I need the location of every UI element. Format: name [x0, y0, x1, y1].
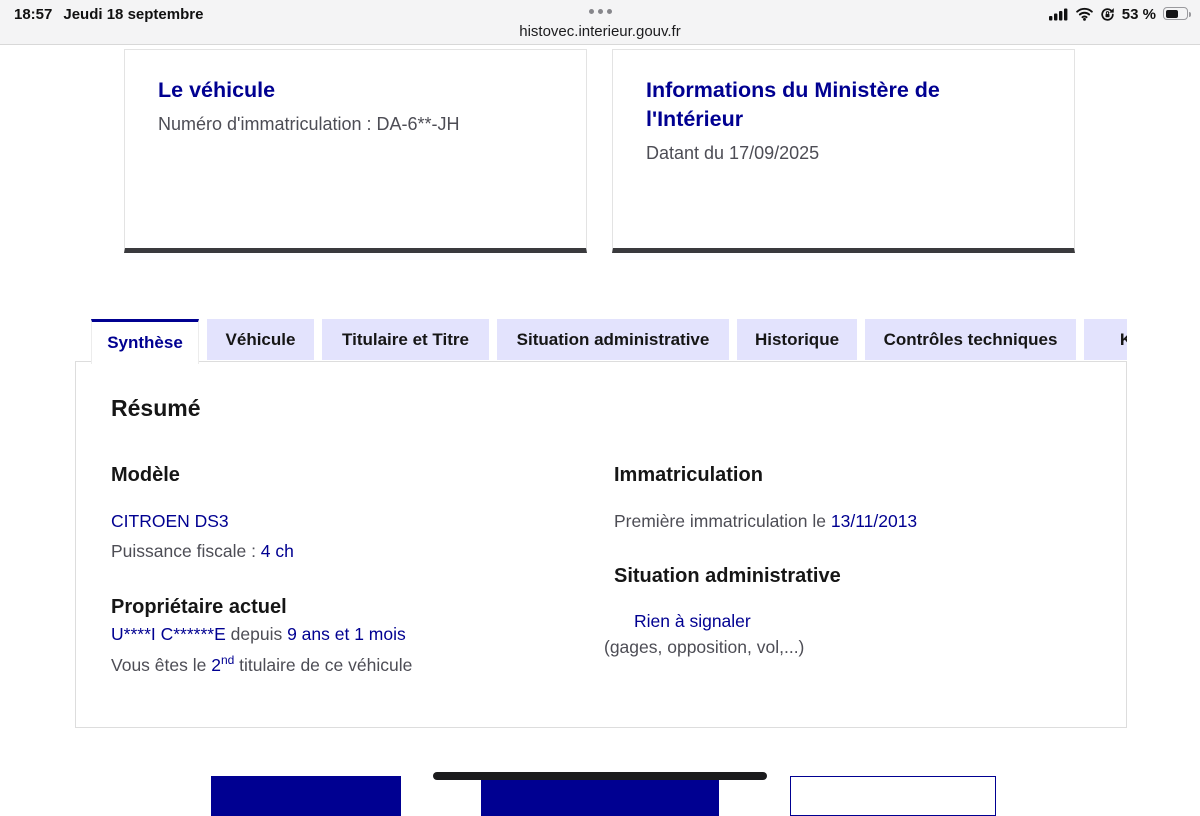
premiere-label: Première immatriculation le	[614, 511, 831, 531]
premiere-immatriculation-line: Première immatriculation le 13/11/2013	[614, 510, 917, 532]
model-link[interactable]: CITROEN DS3	[111, 511, 229, 531]
titulaire-line: Vous êtes le 2nd titulaire de ce véhicul…	[111, 649, 412, 676]
bottom-action-button-center[interactable]	[481, 776, 719, 816]
tab-situation-administrative[interactable]: Situation administrative	[497, 319, 729, 360]
proprietaire-heading: Propriétaire actuel	[111, 596, 287, 618]
owner-masked-name: U****I C******E	[111, 624, 226, 644]
url-text[interactable]: histovec.interieur.gouv.fr	[0, 23, 1200, 40]
tab-bar: Synthèse Véhicule Titulaire et Titre Sit…	[75, 319, 1127, 365]
immatriculation-heading: Immatriculation	[614, 464, 763, 486]
vehicle-card-plate: Numéro d'immatriculation : DA-6**-JH	[158, 114, 460, 134]
situation-note: (gages, opposition, vol,...)	[604, 637, 805, 657]
cellular-signal-icon	[1048, 8, 1068, 21]
status-bar: 18:57 Jeudi 18 septembre histovec.interie…	[0, 0, 1200, 45]
modele-heading: Modèle	[111, 464, 180, 486]
rien-a-signaler-link[interactable]: Rien à signaler	[634, 611, 751, 631]
tab-vehicule[interactable]: Véhicule	[207, 319, 314, 360]
situation-heading: Situation administrative	[614, 565, 841, 587]
rotation-lock-icon	[1101, 8, 1114, 21]
bottom-action-button-left[interactable]	[211, 776, 401, 816]
titulaire-prefix: Vous êtes le	[111, 654, 212, 675]
synthese-panel: Résumé Modèle CITROEN DS3 Puissance fisc…	[75, 361, 1127, 728]
owner-depuis: depuis	[225, 624, 288, 644]
puissance-fiscale-line: Puissance fiscale : 4 ch	[111, 540, 294, 562]
titulaire-suffix: titulaire de ce véhicule	[234, 654, 413, 675]
home-indicator[interactable]	[433, 772, 767, 780]
bottom-action-button-outline[interactable]	[790, 776, 996, 816]
tab-kilometrage[interactable]: Kilométrage	[1084, 319, 1127, 360]
tab-controles-techniques[interactable]: Contrôles techniques	[865, 319, 1076, 360]
puissance-label: Puissance fiscale :	[111, 541, 261, 561]
owner-line: U****I C******E depuis 9 ans et 1 mois	[111, 623, 406, 645]
statusbar-right: 53 %	[1048, 0, 1191, 52]
vehicle-card: Le véhicule Numéro d'immatriculation : D…	[124, 49, 587, 253]
puissance-value: 4 ch	[260, 541, 294, 561]
vehicle-card-title: Le véhicule	[158, 78, 276, 102]
owner-duration: 9 ans et 1 mois	[287, 624, 406, 644]
panel-title: Résumé	[111, 395, 201, 421]
premiere-date: 13/11/2013	[830, 511, 918, 531]
tab-historique[interactable]: Historique	[737, 319, 857, 360]
more-dots-icon[interactable]	[0, 9, 1200, 14]
battery-icon	[1163, 7, 1191, 20]
tab-titulaire-et-titre[interactable]: Titulaire et Titre	[322, 319, 489, 360]
ministry-info-card-date: Datant du 17/09/2025	[646, 143, 820, 163]
titulaire-ordinal-sup: nd	[220, 653, 235, 667]
battery-percentage: 53 %	[1121, 6, 1156, 23]
tab-synthese[interactable]: Synthèse	[91, 319, 199, 364]
ministry-info-card-title: Informations du Ministère de l'Intérieur	[646, 78, 940, 131]
titulaire-ordinal: 2	[211, 654, 221, 675]
ministry-info-card: Informations du Ministère de l'Intérieur…	[612, 49, 1075, 253]
wifi-icon	[1075, 7, 1093, 21]
